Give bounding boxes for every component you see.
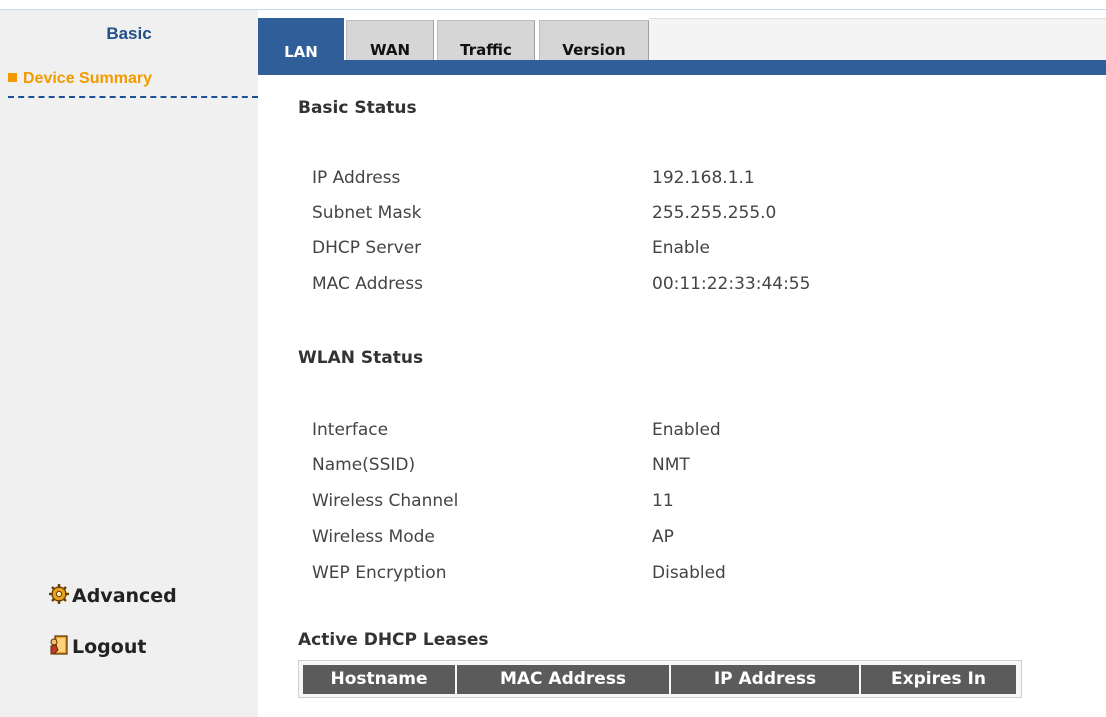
dhcp-server-label: DHCP Server xyxy=(312,238,422,258)
door-exit-icon xyxy=(48,634,70,656)
tab-traffic[interactable]: Traffic xyxy=(437,20,535,60)
column-header-expires-in: Expires In xyxy=(861,665,1016,694)
sidebar-link-advanced[interactable]: Advanced xyxy=(48,583,177,611)
subnet-mask-value: 255.255.255.0 xyxy=(652,203,777,223)
tab-lan[interactable]: LAN xyxy=(258,18,344,62)
wireless-mode-label: Wireless Mode xyxy=(312,527,435,547)
logout-label: Logout xyxy=(72,636,147,658)
dhcp-leases-title: Active DHCP Leases xyxy=(298,630,489,650)
wireless-channel-label: Wireless Channel xyxy=(312,491,459,511)
advanced-label: Advanced xyxy=(72,585,177,607)
interface-value: Enabled xyxy=(652,420,721,440)
basic-status-title: Basic Status xyxy=(298,98,417,118)
dhcp-leases-table: Hostname MAC Address IP Address Expires … xyxy=(298,660,1022,698)
sidebar: Basic Device Summary Advanced Logout xyxy=(0,10,258,717)
tab-version[interactable]: Version xyxy=(539,20,649,60)
column-header-ip-address: IP Address xyxy=(671,665,859,694)
wireless-channel-value: 11 xyxy=(652,491,674,511)
tab-underline xyxy=(258,60,1106,75)
wep-encryption-label: WEP Encryption xyxy=(312,563,447,583)
mac-address-label: MAC Address xyxy=(312,274,423,294)
ssid-value: NMT xyxy=(652,455,690,475)
column-header-hostname: Hostname xyxy=(303,665,455,694)
interface-label: Interface xyxy=(312,420,389,440)
tab-wan[interactable]: WAN xyxy=(346,20,434,60)
column-header-mac-address: MAC Address xyxy=(457,665,669,694)
active-marker-icon xyxy=(8,73,17,82)
sidebar-heading[interactable]: Basic xyxy=(0,24,258,44)
wireless-mode-value: AP xyxy=(652,527,674,547)
wlan-status-title: WLAN Status xyxy=(298,348,424,368)
tab-bar-background xyxy=(649,18,1106,60)
sidebar-link-logout[interactable]: Logout xyxy=(48,634,146,662)
dhcp-server-value: Enable xyxy=(652,238,710,258)
wep-encryption-value: Disabled xyxy=(652,563,726,583)
sidebar-item-label: Device Summary xyxy=(23,70,152,87)
mac-address-value: 00:11:22:33:44:55 xyxy=(652,274,811,294)
ip-address-label: IP Address xyxy=(312,168,401,188)
ssid-label: Name(SSID) xyxy=(312,455,416,475)
sidebar-item-device-summary[interactable]: Device Summary xyxy=(8,70,258,98)
gear-icon xyxy=(48,583,70,605)
subnet-mask-label: Subnet Mask xyxy=(312,203,422,223)
ip-address-value: 192.168.1.1 xyxy=(652,168,755,188)
